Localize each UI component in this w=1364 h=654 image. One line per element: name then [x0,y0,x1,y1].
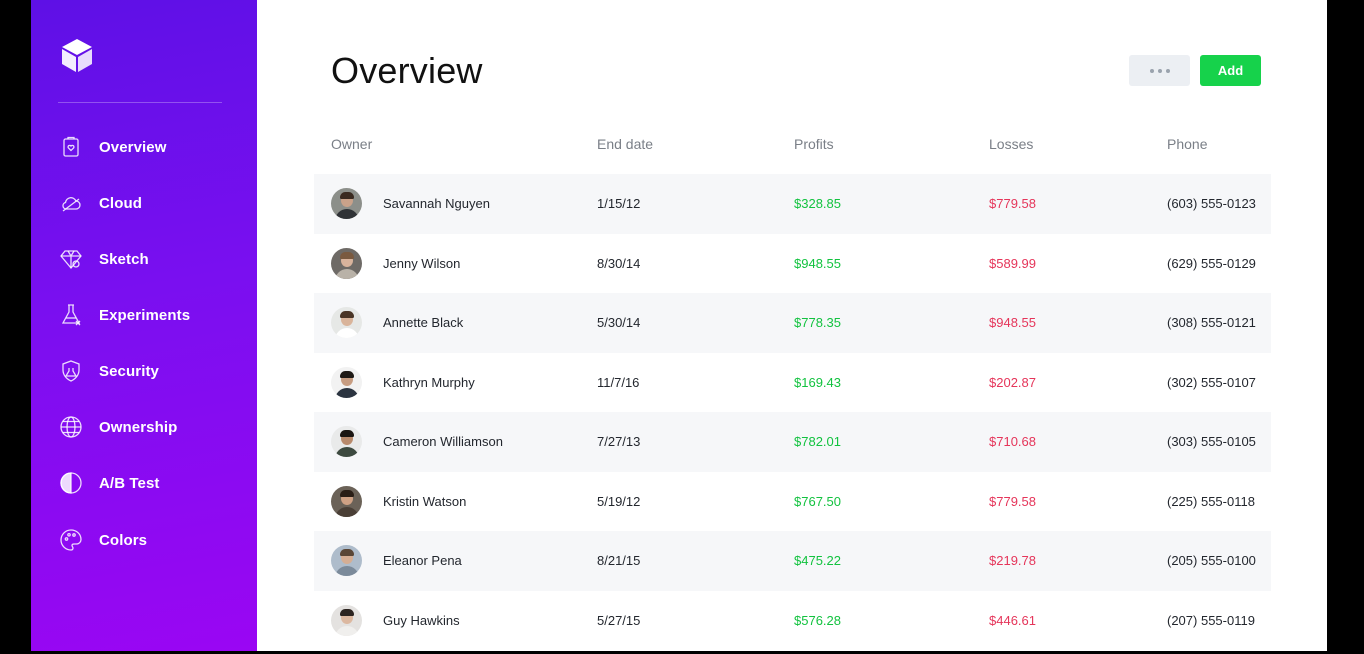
loss-value: $948.55 [989,315,1036,331]
add-button[interactable]: Add [1200,55,1261,86]
loss-value: $446.61 [989,612,1036,628]
phone-number: (303) 555-0105 [1167,434,1256,450]
phone-number: (205) 555-0100 [1167,553,1256,569]
screen: Overview Cloud Sketch Experiments Securi… [0,0,1364,654]
sidebar-item-label: A/B Test [99,474,160,492]
shield-icon [58,358,84,384]
avatar [331,307,362,338]
end-date: 1/15/12 [597,196,641,212]
owner-name: Kristin Watson [383,493,467,509]
owner-name: Jenny Wilson [383,255,461,271]
loss-value: $589.99 [989,255,1036,271]
sidebar-item-label: Overview [99,138,167,156]
profit-value: $576.28 [794,612,841,628]
sidebar: Overview Cloud Sketch Experiments Securi… [31,0,257,651]
avatar [331,366,362,398]
sidebar-item-label: Experiments [99,306,191,324]
sidebar-item-colors[interactable]: Colors [58,525,238,555]
loss-value: $779.58 [989,493,1036,509]
loss-value: $219.78 [989,553,1036,569]
column-header-end-date[interactable]: End date [597,136,653,152]
cube-logo-icon[interactable] [60,37,94,73]
end-date: 8/30/14 [597,255,641,271]
sidebar-item-label: Cloud [99,194,142,212]
sidebar-item-ab-test[interactable]: A/B Test [58,468,238,498]
column-header-profits[interactable]: Profits [794,136,834,152]
profit-value: $475.22 [794,553,841,569]
avatar [331,426,362,457]
sidebar-item-cloud[interactable]: Cloud [58,188,238,218]
table-row[interactable]: Cameron Williamson 7/27/13 $782.01 $710.… [314,412,1271,472]
main-content: Overview Add Owner End date Profits Loss… [257,0,1327,651]
end-date: 8/21/15 [597,553,641,569]
palette-icon [58,527,84,553]
sidebar-item-ownership[interactable]: Ownership [58,412,238,442]
table-body: Savannah Nguyen 1/15/12 $328.85 $779.58 … [314,174,1271,650]
phone-number: (302) 555-0107 [1167,374,1256,390]
avatar [331,247,362,279]
profit-value: $328.85 [794,196,841,212]
phone-number: (308) 555-0121 [1167,315,1256,331]
loss-value: $202.87 [989,374,1036,390]
sidebar-item-label: Sketch [99,250,149,268]
sidebar-item-experiments[interactable]: Experiments [58,300,238,330]
table-row[interactable]: Jenny Wilson 8/30/14 $948.55 $589.99 (62… [314,234,1271,294]
table-row[interactable]: Annette Black 5/30/14 $778.35 $948.55 (3… [314,293,1271,353]
column-header-owner[interactable]: Owner [331,136,372,152]
sidebar-item-label: Colors [99,531,148,549]
owner-name: Savannah Nguyen [383,196,490,212]
table-header: Owner End date Profits Losses Phone [314,136,1271,158]
cloud-icon [58,190,84,216]
phone-number: (207) 555-0119 [1167,612,1255,628]
owner-name: Eleanor Pena [383,553,462,569]
column-header-losses[interactable]: Losses [989,136,1033,152]
owner-name: Guy Hawkins [383,612,460,628]
phone-number: (603) 555-0123 [1167,196,1256,212]
loss-value: $710.68 [989,434,1036,450]
sidebar-item-label: Security [99,362,159,380]
end-date: 5/19/12 [597,493,641,509]
end-date: 5/27/15 [597,612,641,628]
phone-number: (629) 555-0129 [1167,255,1256,271]
sidebar-item-label: Ownership [99,418,178,436]
avatar [331,604,362,636]
table-row[interactable]: Savannah Nguyen 1/15/12 $328.85 $779.58 … [314,174,1271,234]
sidebar-item-sketch[interactable]: Sketch [58,244,238,274]
profit-value: $778.35 [794,315,841,331]
end-date: 7/27/13 [597,434,641,450]
half-circle-icon [58,470,84,496]
more-dots-icon [1149,68,1170,73]
end-date: 5/30/14 [597,315,641,331]
profit-value: $169.43 [794,374,841,390]
avatar [331,188,362,219]
owner-name: Cameron Williamson [383,434,503,450]
column-header-phone[interactable]: Phone [1167,136,1207,152]
table-row[interactable]: Kristin Watson 5/19/12 $767.50 $779.58 (… [314,472,1271,532]
avatar [331,485,362,517]
end-date: 11/7/16 [597,374,640,390]
owner-name: Annette Black [383,315,464,331]
profit-value: $767.50 [794,493,841,509]
table-row[interactable]: Guy Hawkins 5/27/15 $576.28 $446.61 (207… [314,591,1271,651]
more-options-button[interactable] [1129,55,1190,86]
sidebar-divider [58,102,222,103]
clipboard-heart-icon [58,134,84,160]
table-row[interactable]: Kathryn Murphy 11/7/16 $169.43 $202.87 (… [314,353,1271,413]
loss-value: $779.58 [989,196,1036,212]
page-title: Overview [331,50,483,91]
diamond-icon [58,246,84,272]
owner-name: Kathryn Murphy [383,374,475,390]
app-window: Overview Cloud Sketch Experiments Securi… [31,0,1327,651]
sidebar-item-overview[interactable]: Overview [58,132,238,162]
table-row[interactable]: Eleanor Pena 8/21/15 $475.22 $219.78 (20… [314,531,1271,591]
flask-icon [58,302,84,328]
sidebar-item-security[interactable]: Security [58,356,238,386]
phone-number: (225) 555-0118 [1167,493,1255,509]
profit-value: $782.01 [794,434,841,450]
profit-value: $948.55 [794,255,841,271]
avatar [331,545,362,576]
globe-icon [58,414,84,440]
